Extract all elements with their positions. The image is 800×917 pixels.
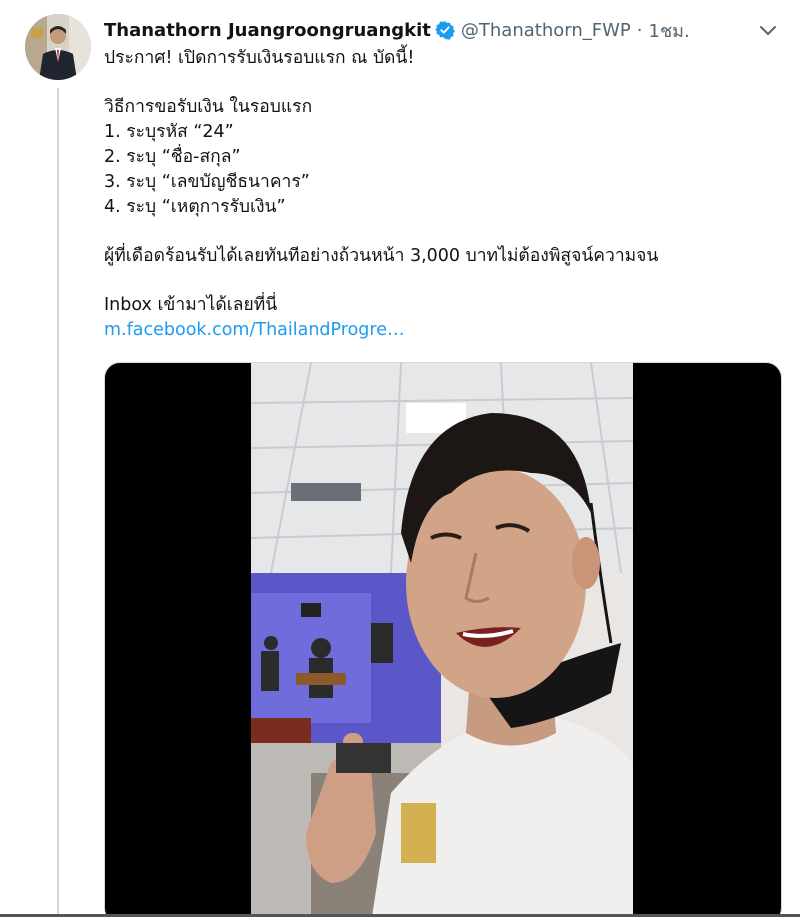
tweet-line: ผู้ที่เดือดร้อนรับได้เลยทันทีอย่างถ้วนหน… xyxy=(104,246,659,266)
video-thumbnail xyxy=(251,363,633,917)
video-frame[interactable] xyxy=(251,363,633,917)
verified-badge-icon xyxy=(434,20,455,40)
tweet-line: วิธีการขอรับเงิน ในรอบแรก xyxy=(104,97,313,117)
thread-connector-line xyxy=(57,88,59,917)
avatar[interactable] xyxy=(25,14,91,80)
tweet-line: 3. ระบุ “เลขบัญชีธนาคาร” xyxy=(104,172,310,192)
header-separator: · xyxy=(636,19,643,41)
chevron-down-icon[interactable] xyxy=(756,18,780,42)
author-handle[interactable]: @Thanathorn_FWP xyxy=(461,20,631,41)
tweet-header: Thanathorn Juangroongruangkit @Thanathor… xyxy=(104,14,780,46)
tweet-line: ประกาศ! เปิดการรับเงินรอบแรก ณ บัดนี้! xyxy=(104,48,415,68)
tweet-text: ประกาศ! เปิดการรับเงินรอบแรก ณ บัดนี้! ว… xyxy=(104,46,764,343)
author-name[interactable]: Thanathorn Juangroongruangkit xyxy=(104,20,431,41)
tweet-line: 2. ระบุ “ชื่อ-สกุล” xyxy=(104,147,241,167)
tweet-view: Thanathorn Juangroongruangkit @Thanathor… xyxy=(0,0,800,917)
tweet-line: 4. ระบุ “เหตุการรับเงิน” xyxy=(104,197,286,217)
video-player[interactable] xyxy=(104,362,782,917)
tweet-timestamp[interactable]: 1ชม. xyxy=(649,16,690,45)
tweet-line: Inbox เข้ามาได้เลยที่นี่ xyxy=(104,295,278,315)
avatar-image xyxy=(25,14,91,80)
tweet-line: 1. ระบุรหัส “24” xyxy=(104,122,234,142)
facebook-link[interactable]: m.facebook.com/ThailandProgre… xyxy=(104,320,404,340)
